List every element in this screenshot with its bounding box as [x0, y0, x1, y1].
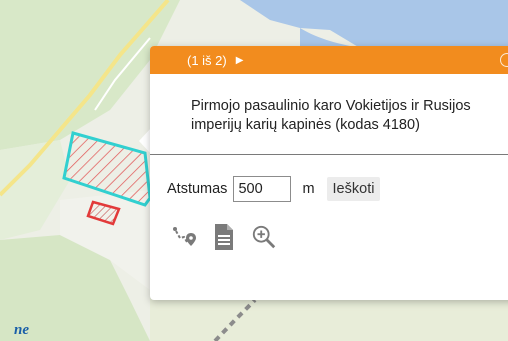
route-icon[interactable]	[171, 222, 197, 252]
zoom-in-icon[interactable]	[251, 222, 277, 252]
feature-popup: (1 iš 2) ▶ Pirmojo pasaulinio karo Vokie…	[150, 46, 508, 300]
pager: (1 iš 2) ▶	[187, 53, 243, 68]
pager-text: (1 iš 2)	[187, 52, 227, 68]
play-triangle-icon[interactable]: ▶	[236, 55, 244, 66]
popup-header: (1 iš 2) ▶	[150, 46, 508, 74]
distance-label: Atstumas	[167, 181, 228, 197]
distance-input[interactable]	[233, 176, 292, 202]
unit-label: m	[302, 181, 315, 197]
feature-title: Pirmojo pasaulinio karo Vokietijos ir Ru…	[150, 74, 508, 154]
distance-search-row: Atstumas m Ieškoti	[150, 155, 508, 202]
close-icon[interactable]	[500, 53, 508, 67]
feature-title-line-2: imperijų karių kapinės (kodas 4180)	[191, 117, 420, 133]
document-icon[interactable]	[211, 222, 237, 252]
search-button[interactable]: Ieškoti	[326, 177, 381, 201]
feature-title-line-1: Pirmojo pasaulinio karo Vokietijos ir Ru…	[191, 98, 471, 114]
place-label: ne	[14, 322, 29, 338]
popup-tools	[150, 202, 508, 252]
